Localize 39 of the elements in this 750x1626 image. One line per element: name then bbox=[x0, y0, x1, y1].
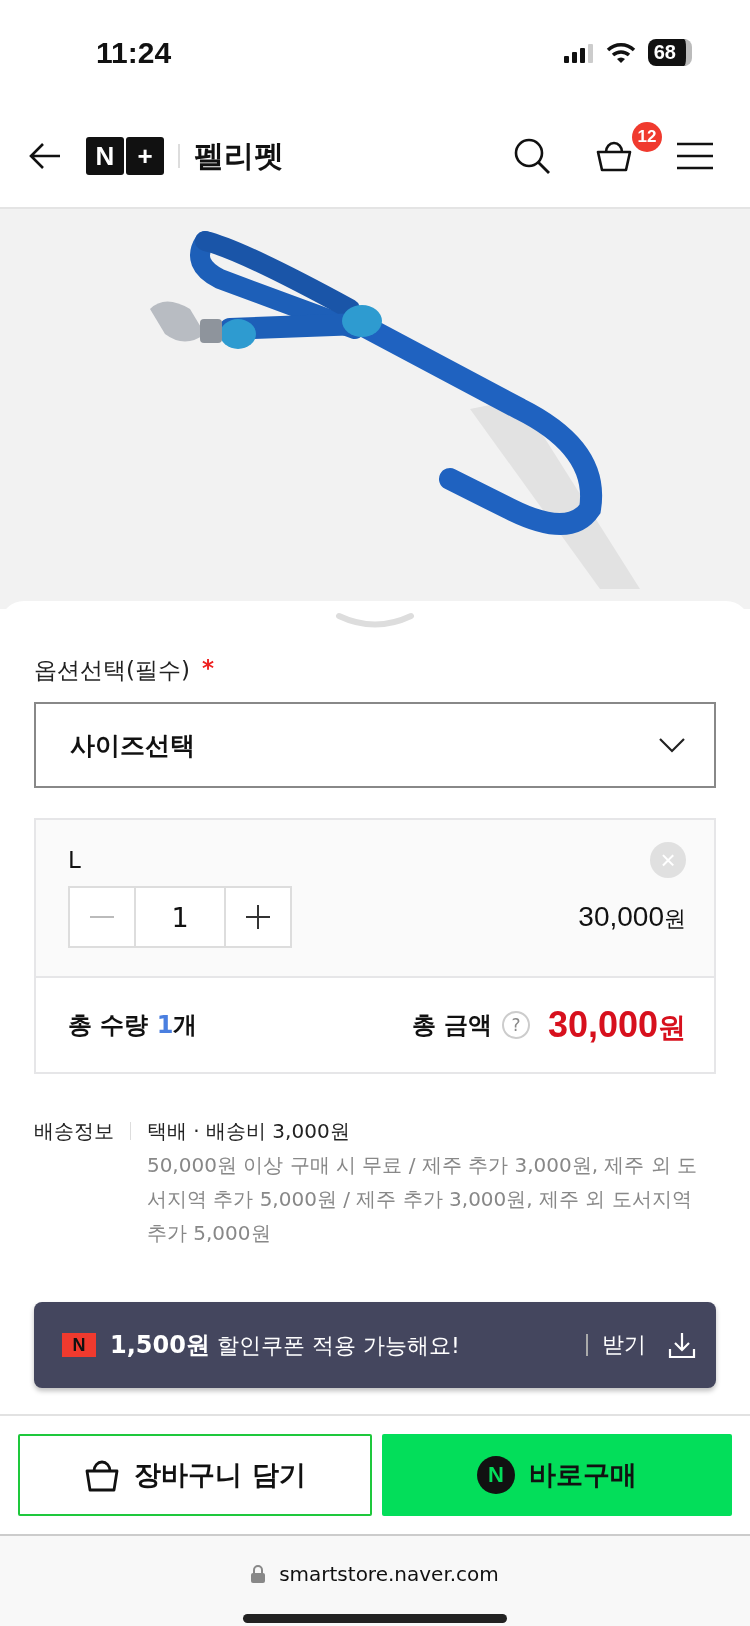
store-name[interactable]: 펠리펫 bbox=[194, 135, 284, 177]
coupon-receive-label[interactable]: 받기 bbox=[602, 1330, 646, 1360]
required-mark: * bbox=[201, 655, 214, 683]
store-logo[interactable]: N + bbox=[86, 137, 164, 175]
lock-icon bbox=[251, 1565, 266, 1583]
total-price-label: 총 금액 bbox=[411, 1010, 492, 1041]
total-quantity: 총 수량 1개 bbox=[68, 1010, 198, 1041]
minus-icon bbox=[90, 915, 114, 919]
battery-indicator: 68 bbox=[647, 39, 692, 66]
size-select[interactable]: 사이즈선택 bbox=[34, 702, 716, 788]
increase-button[interactable] bbox=[226, 888, 290, 946]
chevron-down-icon bbox=[658, 737, 686, 753]
shipping-detail: 50,000원 이상 구매 시 무료 / 제주 추가 3,000원, 제주 외 도서지역 추가 5,000원 / 제주 추가 3,000원, 제주 외 도서지역 추가 5,000원 bbox=[146, 1152, 699, 1247]
option-price: 30,000원 bbox=[578, 901, 686, 933]
total-price: 30,000원 bbox=[547, 1003, 686, 1047]
coupon-text: 1,500원 할인쿠폰 적용 가능해요! bbox=[110, 1330, 460, 1361]
shipping-method: 택배 · 배송비 3,000원 bbox=[146, 1118, 351, 1145]
cart-button[interactable]: 12 bbox=[594, 122, 662, 176]
pay-badge: N bbox=[477, 1456, 515, 1494]
plus-icon bbox=[246, 905, 270, 929]
url-text[interactable]: smartstore.naver.com bbox=[279, 1562, 499, 1586]
shopping-basket-icon bbox=[84, 1458, 121, 1492]
option-name: L bbox=[68, 847, 81, 873]
add-to-cart-button[interactable]: 장바구니 담기 bbox=[18, 1434, 372, 1516]
status-time: 11:24 bbox=[96, 35, 172, 70]
back-icon[interactable] bbox=[28, 142, 62, 170]
buy-now-button[interactable]: N 바로구매 bbox=[382, 1434, 732, 1516]
help-icon[interactable]: ? bbox=[501, 1011, 530, 1039]
shipping-label: 배송정보 bbox=[34, 1118, 114, 1145]
coupon-banner[interactable]: N 1,500원 할인쿠폰 적용 가능해요! 받기 bbox=[34, 1302, 716, 1388]
signal-icon bbox=[563, 42, 594, 63]
coupon-badge: N bbox=[62, 1333, 96, 1357]
quantity-field[interactable]: 1 bbox=[134, 888, 226, 946]
menu-icon[interactable] bbox=[676, 141, 714, 171]
search-icon[interactable] bbox=[512, 136, 552, 176]
cart-count-badge: 12 bbox=[632, 122, 662, 152]
option-label: 옵션선택(필수) bbox=[34, 656, 190, 685]
wifi-icon bbox=[605, 41, 636, 64]
download-icon[interactable] bbox=[668, 1331, 696, 1359]
